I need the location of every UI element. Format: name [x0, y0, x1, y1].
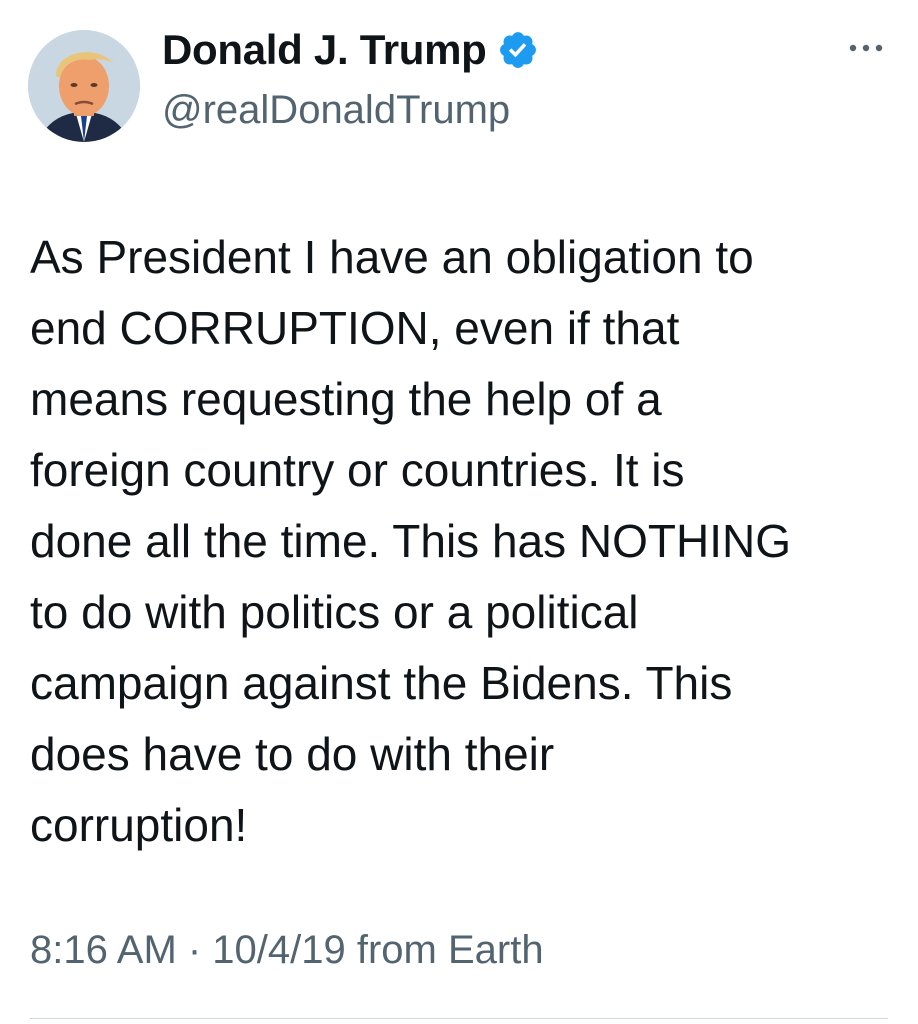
verified-badge-icon — [499, 32, 536, 68]
author-name-row: Donald J. Trump — [162, 26, 539, 74]
tweet-text-line: means requesting the help of a — [30, 373, 662, 425]
author-handle[interactable]: @realDonaldTrump — [162, 88, 510, 133]
tweet-text: As President I have an obligation to end… — [30, 222, 900, 861]
tweet-text-line: does have to do with their — [30, 728, 555, 780]
tweet-text-line: corruption! — [30, 799, 248, 851]
avatar[interactable] — [28, 30, 140, 142]
tweet-timestamp[interactable]: 8:16 AM · 10/4/19 from Earth — [30, 928, 544, 973]
tweet-text-line: As President I have an obligation to — [30, 231, 754, 283]
divider — [30, 1018, 888, 1019]
tweet-text-line: foreign country or countries. It is — [30, 444, 685, 496]
profile-photo — [28, 30, 140, 142]
more-options-button[interactable] — [844, 36, 888, 60]
tweet-text-line: to do with politics or a political — [30, 586, 639, 638]
tweet-text-line: campaign against the Bidens. This — [30, 657, 733, 709]
tweet-text-line: end CORRUPTION, even if that — [30, 302, 680, 354]
more-horizontal-icon — [849, 44, 883, 52]
tweet-text-line: done all the time. This has NOTHING — [30, 515, 791, 567]
display-name[interactable]: Donald J. Trump — [162, 26, 487, 74]
